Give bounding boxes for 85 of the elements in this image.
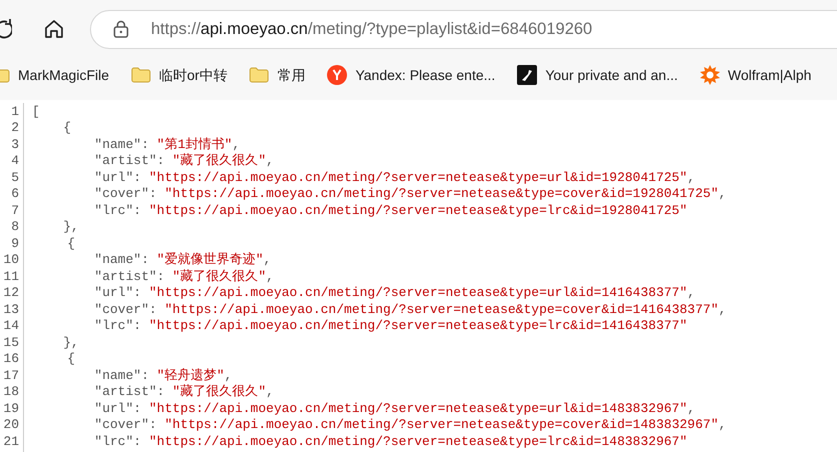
- brace: },: [63, 336, 79, 349]
- json-string: "https://api.moeyao.cn/meting/?server=netease&type=cover&id=1928041725": [164, 187, 718, 200]
- line-number: 10: [3, 252, 19, 268]
- json-key: "name":: [94, 368, 149, 382]
- url-text: https://api.moeyao.cn/meting/?type=playlist&id=6846019260: [151, 18, 592, 40]
- reload-icon[interactable]: [0, 18, 12, 40]
- json-key: "lrc":: [94, 319, 142, 332]
- brace: {: [63, 121, 71, 134]
- json-key: "lrc":: [94, 434, 142, 448]
- line-number: 16: [3, 350, 19, 367]
- line-number: 6: [11, 186, 19, 202]
- line-number: 3: [11, 136, 19, 152]
- json-string: "藏了很久很久": [172, 154, 266, 168]
- line-number: 20: [3, 416, 19, 433]
- bookmark[interactable]: Yandex: Please ente...: [327, 64, 496, 86]
- line-number: 13: [3, 301, 19, 318]
- folder-icon: [249, 67, 270, 83]
- json-string: "https://api.moeyao.cn/meting/?server=netease&type=lrc&id=1928041725": [149, 204, 688, 217]
- json-key: "url":: [94, 170, 142, 184]
- line-number: 15: [3, 334, 19, 350]
- comma: ,: [266, 385, 274, 398]
- json-key: "lrc":: [94, 204, 142, 217]
- json-string: "https://api.moeyao.cn/meting/?server=netease&type=url&id=1928041725": [149, 170, 688, 184]
- comma: ,: [718, 187, 726, 200]
- line-number: 9: [11, 235, 19, 252]
- json-string: "第1封情书": [156, 138, 232, 151]
- brace: },: [63, 220, 79, 234]
- line-number: 4: [11, 152, 19, 169]
- json-key: "artist":: [94, 154, 165, 168]
- line-number: 19: [3, 400, 19, 416]
- json-string: "https://api.moeyao.cn/meting/?server=netease&type=lrc&id=1483832967": [149, 434, 688, 448]
- comma: ,: [718, 302, 726, 316]
- comma: ,: [687, 402, 696, 415]
- json-string: "https://api.moeyao.cn/meting/?server=netease&type=cover&id=1483832967": [164, 418, 718, 432]
- comma: ,: [718, 418, 726, 432]
- json-key: "name":: [94, 253, 149, 266]
- bookmark[interactable]: MarkMagicFile: [0, 64, 110, 86]
- dark-square-icon: [517, 65, 538, 85]
- json-key: "url":: [94, 286, 142, 300]
- line-number: 21: [3, 433, 19, 450]
- comma: ,: [224, 368, 232, 382]
- bookmark[interactable]: Your private and an...: [517, 64, 678, 86]
- comma: ,: [232, 138, 240, 151]
- line-number: 7: [11, 202, 19, 218]
- line-number: 5: [11, 169, 19, 186]
- comma: ,: [263, 253, 272, 266]
- bookmark[interactable]: 常用: [249, 64, 306, 86]
- json-key: "cover":: [94, 418, 157, 432]
- home-icon[interactable]: [43, 18, 65, 40]
- line-number: 17: [3, 367, 19, 384]
- folder-icon: [131, 67, 152, 83]
- lock-icon: [113, 20, 129, 38]
- comma: ,: [266, 154, 274, 168]
- address-field[interactable]: https://api.moeyao.cn/meting/?type=playlist&id=6846019260: [90, 10, 837, 48]
- json-string: "https://api.moeyao.cn/meting/?server=netease&type=url&id=1483832967": [149, 402, 688, 415]
- json-key: "url":: [94, 402, 142, 415]
- line-number: 12: [3, 284, 19, 301]
- json-key: "name":: [94, 138, 149, 151]
- json-string: "藏了很久很久": [172, 270, 266, 283]
- bookmark[interactable]: Wolfram|Alph: [700, 64, 812, 86]
- bracket: [: [32, 104, 40, 118]
- brace: {: [67, 236, 75, 250]
- line-number: 8: [11, 218, 19, 235]
- json-key: "artist":: [94, 385, 165, 398]
- line-number: 11: [3, 268, 19, 284]
- line-number: 18: [3, 384, 19, 400]
- json-key: "cover":: [94, 302, 157, 316]
- circle-y-icon: [327, 65, 348, 85]
- brace: {: [67, 352, 75, 366]
- star-burst-icon: [700, 65, 720, 85]
- bookmark[interactable]: 临时or中转: [131, 64, 228, 86]
- json-string: "爱就像世界奇迹": [156, 253, 264, 266]
- line-number: 2: [11, 120, 19, 136]
- line-number: 14: [3, 318, 19, 334]
- json-key: "artist":: [94, 270, 165, 283]
- line-number: 1: [11, 103, 19, 120]
- json-string: "轻舟遗梦": [156, 368, 224, 382]
- comma: ,: [266, 270, 274, 283]
- json-string: "藏了很久很久": [172, 385, 266, 398]
- json-key: "cover":: [94, 187, 157, 200]
- json-string: "https://api.moeyao.cn/meting/?server=netease&type=lrc&id=1416438377": [149, 319, 688, 332]
- comma: ,: [687, 286, 696, 300]
- json-string: "https://api.moeyao.cn/meting/?server=netease&type=cover&id=1416438377": [164, 302, 718, 316]
- json-string: "https://api.moeyao.cn/meting/?server=netease&type=url&id=1416438377": [149, 286, 688, 300]
- comma: ,: [687, 170, 696, 184]
